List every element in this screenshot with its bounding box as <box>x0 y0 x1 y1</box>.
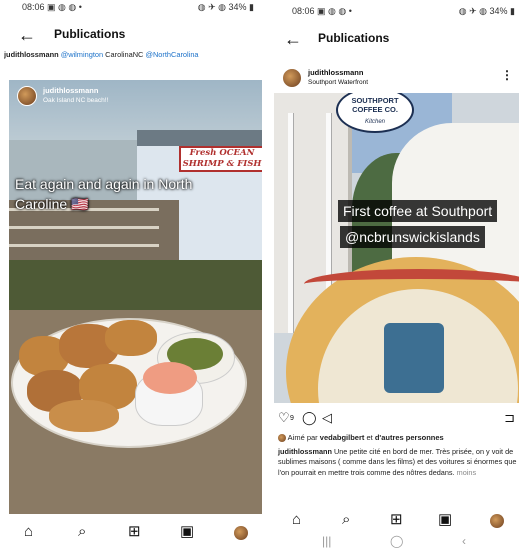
post-caption: judithlossmann Une petite cité en bord d… <box>278 447 521 478</box>
create-icon[interactable]: ⊞ <box>128 524 141 540</box>
user-avatar[interactable] <box>17 86 37 106</box>
user-avatar[interactable] <box>282 68 302 88</box>
liker-avatar-icon <box>278 434 286 443</box>
reels-icon[interactable]: ▣ <box>180 524 194 540</box>
likes-prefix: Aimé par <box>287 433 318 442</box>
recent-apps-icon[interactable]: ||| <box>322 534 331 548</box>
sign-line: Kitchen <box>364 119 385 125</box>
post-username[interactable]: judithlossmann <box>308 68 363 77</box>
status-bar: 08:06 ▣ ◍ ◍ • ◍ ✈ ◍ 34% ▮ <box>0 0 262 16</box>
status-bar: 08:06 ▣ ◍ ◍ • ◍ ✈ ◍ 34% ▮ <box>270 0 523 20</box>
home-circle-icon[interactable]: ◯ <box>390 534 403 548</box>
search-icon[interactable]: ⌕ <box>342 512 350 528</box>
profile-avatar-icon[interactable] <box>234 526 248 540</box>
mention-link[interactable]: @wilmington <box>61 50 103 59</box>
post-actions: ♡ 9 ◯ ◁ ⊐ <box>278 410 515 428</box>
post-location[interactable]: Southport Waterfront <box>308 79 368 86</box>
like-heart-icon[interactable]: ♡ <box>278 410 290 426</box>
post-photo[interactable]: SOUTHPORT COFFEE CO. Kitchen First coffe… <box>274 93 519 403</box>
bottom-nav: ⌂ ⌕ ⊞ ▣ <box>0 518 262 548</box>
back-chevron-icon[interactable]: ‹ <box>462 534 466 548</box>
profile-avatar-icon[interactable] <box>490 514 504 528</box>
story-overlay-mention[interactable]: @ncbrunswickislands <box>340 226 485 248</box>
sign-line: Fresh OCEAN <box>189 148 255 158</box>
post-username[interactable]: judithlossmann <box>43 86 98 95</box>
back-arrow-icon[interactable]: ← <box>284 30 302 48</box>
page-title: Publications <box>318 31 390 45</box>
share-icon[interactable]: ◁ <box>322 410 332 426</box>
bottom-nav: ⌂ ⌕ ⊞ ▣ <box>270 506 523 536</box>
post-header: judithlossmann Oak Island NC beach!! <box>9 80 262 110</box>
save-bookmark-icon[interactable]: ⊐ <box>504 410 515 426</box>
comment-icon[interactable]: ◯ <box>302 410 317 426</box>
liked-by-row: Aimé par vedabgilbert et d'autres person… <box>278 433 444 443</box>
left-screen: 08:06 ▣ ◍ ◍ • ◍ ✈ ◍ 34% ▮ ← Publications… <box>0 0 262 552</box>
top-nav: ← Publications <box>270 26 523 54</box>
shop-sign: Fresh OCEAN SHRIMP & FISH <box>179 146 262 172</box>
status-time: 08:06 ▣ ◍ ◍ • <box>292 6 352 16</box>
system-nav-bar: ||| ◯ ‹ <box>270 534 523 550</box>
photo-shrimp <box>143 362 197 394</box>
home-icon[interactable]: ⌂ <box>24 524 33 540</box>
post-photo[interactable]: Fresh OCEAN SHRIMP & FISH Eat again and … <box>9 80 262 514</box>
status-time: 08:06 ▣ ◍ ◍ • <box>22 2 82 12</box>
liker-username[interactable]: vedabgilbert <box>320 433 365 442</box>
previous-caption: judithlossmann @wilmington CarolinaNC @N… <box>4 50 262 59</box>
status-indicators: ◍ ✈ ◍ 34% ▮ <box>458 6 515 16</box>
likes-middle: et <box>366 433 373 442</box>
post-location[interactable]: Oak Island NC beach!! <box>43 97 108 104</box>
story-overlay-text: Eat again and again in North Caroline 🇺🇸 <box>15 176 193 212</box>
status-indicators: ◍ ✈ ◍ 34% ▮ <box>197 2 254 12</box>
page-title: Publications <box>54 27 126 41</box>
create-icon[interactable]: ⊞ <box>390 512 403 528</box>
search-icon[interactable]: ⌕ <box>78 524 86 540</box>
reels-icon[interactable]: ▣ <box>438 512 452 528</box>
top-nav: ← Publications <box>0 22 262 50</box>
like-count: 9 <box>290 415 294 422</box>
sign-line: SOUTHPORT <box>351 96 399 105</box>
sign-line: COFFEE CO. <box>352 105 398 114</box>
caption-username[interactable]: judithlossmann <box>4 50 59 59</box>
post-header: judithlossmann Southport Waterfront ⋮ <box>270 64 523 90</box>
back-arrow-icon[interactable]: ← <box>18 26 36 44</box>
story-overlay-text: First coffee at Southport <box>338 200 498 222</box>
caption-username[interactable]: judithlossmann <box>278 447 332 456</box>
caption-less-link[interactable]: moins <box>457 468 476 477</box>
more-options-icon[interactable]: ⋮ <box>501 68 513 82</box>
caption-text: CarolinaNC <box>105 50 144 59</box>
mention-link[interactable]: @NorthCarolina <box>145 50 198 59</box>
sign-line: SHRIMP & FISH <box>182 159 262 169</box>
home-icon[interactable]: ⌂ <box>292 512 301 528</box>
right-screen: 08:06 ▣ ◍ ◍ • ◍ ✈ ◍ 34% ▮ ← Publications… <box>270 0 523 552</box>
likes-others[interactable]: d'autres personnes <box>375 433 444 442</box>
